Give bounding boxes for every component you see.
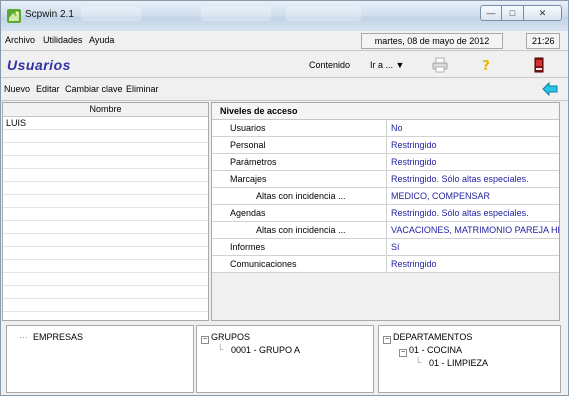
access-value: Sí xyxy=(391,242,400,252)
access-label: Altas con incidencia ... xyxy=(212,188,387,204)
tree-node-label: GRUPOS xyxy=(211,332,251,342)
access-row-usuarios[interactable]: Usuarios No xyxy=(212,120,559,137)
collapse-icon[interactable]: − xyxy=(201,336,209,344)
access-value: Restringido. Sólo altas especiales. xyxy=(391,174,529,184)
window-title: Scpwin 2.1 xyxy=(25,9,74,20)
blurred-tab xyxy=(81,7,141,21)
editar-button[interactable]: Editar xyxy=(36,84,60,94)
empty-row xyxy=(3,143,208,156)
tree-node-empresas[interactable]: EMPRESAS xyxy=(33,332,83,342)
access-label: Agendas xyxy=(212,205,387,221)
access-label: Personal xyxy=(212,137,387,153)
empty-row xyxy=(3,208,208,221)
menu-bar: Archivo Utilidades Ayuda martes, 08 de m… xyxy=(1,31,568,51)
access-label: Altas con incidencia ... xyxy=(212,222,387,238)
blurred-tab xyxy=(286,7,361,21)
tree-node-label: 01 - COCINA xyxy=(409,345,463,355)
tree-connector: ··· xyxy=(19,332,28,342)
exit-door-icon[interactable] xyxy=(531,57,547,73)
access-label: Usuarios xyxy=(212,120,387,136)
empty-row xyxy=(3,195,208,208)
tree-node-label: DEPARTAMENTOS xyxy=(393,332,473,342)
title-bar: Scpwin 2.1 — □ ✕ xyxy=(1,1,568,31)
blurred-tab xyxy=(201,7,271,21)
app-icon xyxy=(7,9,21,23)
tree-node-limpieza[interactable]: 01 - LIMPIEZA xyxy=(429,358,488,368)
access-label: Comunicaciones xyxy=(212,256,387,272)
app-window: Scpwin 2.1 — □ ✕ Archivo Utilidades Ayud… xyxy=(0,0,569,396)
access-value: Restringido. Sólo altas especiales. xyxy=(391,208,529,218)
tree-node-cocina[interactable]: −01 - COCINA xyxy=(399,345,462,357)
access-row-marcajes-altas[interactable]: Altas con incidencia ... MEDICO, COMPENS… xyxy=(212,188,559,205)
access-value: Restringido xyxy=(391,140,437,150)
access-value: Restringido xyxy=(391,259,437,269)
printer-icon[interactable] xyxy=(432,57,448,73)
access-row-agendas-altas[interactable]: Altas con incidencia ... VACACIONES, MAT… xyxy=(212,222,559,239)
access-label: Parámetros xyxy=(212,154,387,170)
users-column-header[interactable]: Nombre xyxy=(3,103,208,117)
empty-row xyxy=(3,130,208,143)
tree-node-grupos[interactable]: − GRUPOS xyxy=(201,332,250,344)
access-value: No xyxy=(391,123,403,133)
access-row-marcajes[interactable]: Marcajes Restringido. Sólo altas especia… xyxy=(212,171,559,188)
empty-row xyxy=(3,234,208,247)
cambiar-clave-button[interactable]: Cambiar clave xyxy=(65,84,123,94)
maximize-icon: □ xyxy=(509,8,516,18)
access-row-informes[interactable]: Informes Sí xyxy=(212,239,559,256)
nuevo-button[interactable]: Nuevo xyxy=(4,84,30,94)
access-levels-panel: Niveles de acceso Usuarios No Personal R… xyxy=(211,102,560,321)
menu-utilidades[interactable]: Utilidades xyxy=(43,35,83,45)
minimize-button[interactable]: — xyxy=(480,5,502,21)
empty-row xyxy=(3,286,208,299)
ir-a-dropdown[interactable]: Ir a ... ▼ xyxy=(370,60,404,70)
tree-node-departamentos[interactable]: − DEPARTAMENTOS xyxy=(383,332,472,344)
window-controls: — □ ✕ xyxy=(480,5,562,21)
menu-archivo[interactable]: Archivo xyxy=(5,35,35,45)
contenido-label: Contenido xyxy=(309,60,351,70)
access-row-agendas[interactable]: Agendas Restringido. Sólo altas especial… xyxy=(212,205,559,222)
menu-ayuda[interactable]: Ayuda xyxy=(89,35,114,45)
close-icon: ✕ xyxy=(538,7,547,18)
time-display: 21:26 xyxy=(526,33,560,49)
tree-node-grupo-a[interactable]: 0001 - GRUPO A xyxy=(231,345,300,355)
page-title: Usuarios xyxy=(7,57,71,73)
access-label: Informes xyxy=(212,239,387,255)
empty-row xyxy=(3,169,208,182)
access-row-personal[interactable]: Personal Restringido xyxy=(212,137,559,154)
help-icon[interactable]: ? xyxy=(478,57,494,73)
minimize-icon: — xyxy=(486,8,496,18)
access-value: VACACIONES, MATRIMONIO PAREJA HE xyxy=(391,225,559,235)
eliminar-button[interactable]: Eliminar xyxy=(126,84,159,94)
close-button[interactable]: ✕ xyxy=(524,5,562,21)
back-arrow-icon[interactable] xyxy=(542,82,558,96)
empty-row xyxy=(3,221,208,234)
empty-row xyxy=(3,260,208,273)
departamentos-panel: − DEPARTAMENTOS −01 - COCINA └ 01 - LIMPI… xyxy=(378,325,561,393)
date-display: martes, 08 de mayo de 2012 xyxy=(361,33,503,49)
access-row-comunicaciones[interactable]: Comunicaciones Restringido xyxy=(212,256,559,273)
tree-connector: └ xyxy=(415,357,422,367)
empresas-panel: ··· EMPRESAS xyxy=(6,325,194,393)
user-row[interactable]: LUIS xyxy=(3,117,208,130)
access-value: MEDICO, COMPENSAR xyxy=(391,191,491,201)
toolbar: Nuevo Editar Cambiar clave Eliminar xyxy=(1,79,568,101)
users-list: Nombre LUIS xyxy=(2,102,209,321)
header-row: Usuarios Contenido Ir a ... ▼ ? xyxy=(1,52,568,78)
collapse-icon[interactable]: − xyxy=(383,336,391,344)
tree-connector: └ xyxy=(217,344,224,354)
empty-row xyxy=(3,247,208,260)
empty-row xyxy=(3,182,208,195)
empty-row xyxy=(3,299,208,312)
empty-row xyxy=(3,273,208,286)
empty-row xyxy=(3,156,208,169)
grupos-panel: − GRUPOS └ 0001 - GRUPO A xyxy=(196,325,374,393)
svg-text:?: ? xyxy=(482,59,490,73)
access-value: Restringido xyxy=(391,157,437,167)
access-levels-header: Niveles de acceso xyxy=(212,103,559,120)
collapse-icon[interactable]: − xyxy=(399,349,407,357)
access-row-parametros[interactable]: Parámetros Restringido xyxy=(212,154,559,171)
maximize-button[interactable]: □ xyxy=(502,5,524,21)
access-label: Marcajes xyxy=(212,171,387,187)
